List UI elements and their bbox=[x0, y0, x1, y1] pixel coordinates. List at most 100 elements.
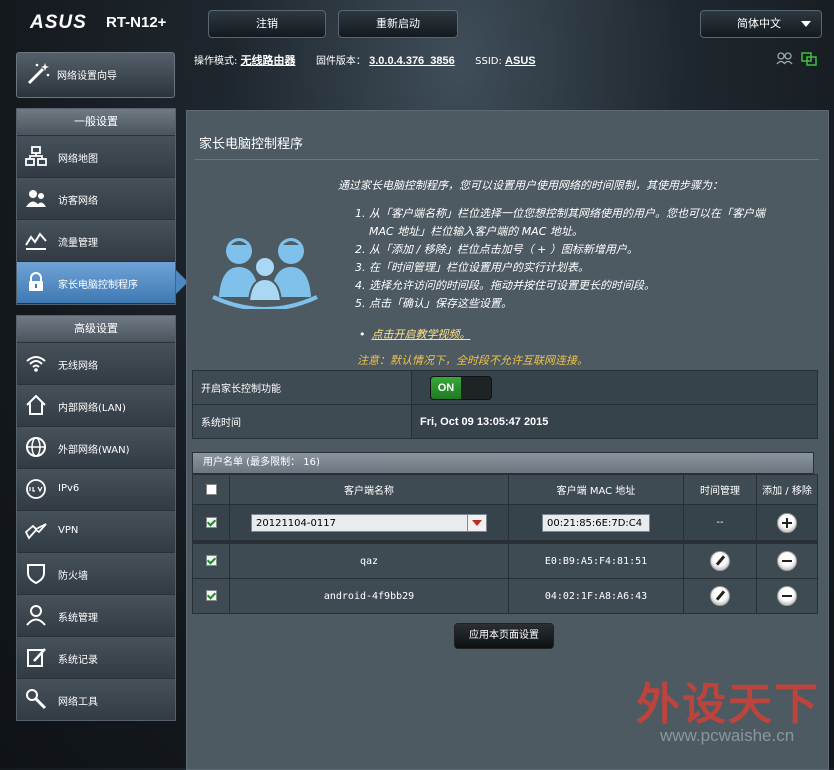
column-header: 时间管理 bbox=[683, 474, 757, 505]
sidebar-item-parental-control[interactable]: 家长电脑控制程序 bbox=[17, 262, 188, 304]
quick-setup-label: 网络设置向导 bbox=[57, 71, 117, 82]
intro-text: 通过家长电脑控制程序，您可以设置用户使用网络的时间限制，其使用步骤为： bbox=[338, 179, 723, 192]
ssid-value[interactable]: ASUS bbox=[505, 55, 536, 67]
client-name: qaz bbox=[229, 543, 509, 579]
ssid-label: SSID: bbox=[475, 56, 502, 67]
magic-wand-icon bbox=[25, 61, 51, 90]
router-model: RT-N12+ bbox=[106, 14, 167, 31]
system-time-label: 系统时间 bbox=[192, 404, 412, 439]
client-name-select[interactable]: 20121104-0117 bbox=[251, 513, 487, 532]
sidebar-item-label: 流量管理 bbox=[58, 238, 98, 249]
sidebar-item-traffic-manager[interactable]: 流量管理 bbox=[17, 220, 175, 262]
sidebar-item-label: 家长电脑控制程序 bbox=[58, 280, 138, 291]
client-name: android-4f9bb29 bbox=[229, 578, 509, 614]
instruction-step: 1. 从「客户端名称」栏位选择一位您想控制其网络使用的用户。您也可以在「客户端 bbox=[355, 207, 765, 220]
top-bar: ASUS RT-N12+ 注销 重新启动 简体中文 bbox=[0, 0, 834, 44]
sidebar-item-administration[interactable]: 系统管理 bbox=[17, 595, 175, 637]
dropdown-arrow-icon[interactable] bbox=[467, 514, 486, 531]
sidebar-item-wan[interactable]: 外部网络(WAN) bbox=[17, 427, 175, 469]
table-row: android-4f9bb29 04:02:1F:A8:A6:43 bbox=[192, 578, 818, 614]
sidebar-item-guest-network[interactable]: 访客网络 bbox=[17, 178, 175, 220]
shield-icon bbox=[25, 562, 47, 585]
family-icon bbox=[209, 229, 321, 312]
sidebar-item-label: 外部网络(WAN) bbox=[58, 445, 130, 456]
instruction-list: 1. 从「客户端名称」栏位选择一位您想控制其网络使用的用户。您也可以在「客户端 … bbox=[355, 205, 795, 313]
status-line: 操作模式: 无线路由器 固件版本： 3.0.0.4.376_3856 SSID:… bbox=[194, 52, 536, 68]
lock-icon bbox=[25, 271, 47, 293]
status-icons bbox=[776, 50, 820, 71]
general-settings-menu: 一般设置 网络地图 访客网络 流量管理 家长电脑控制程序 bbox=[16, 108, 188, 305]
tools-icon bbox=[25, 688, 47, 710]
remove-client-button[interactable] bbox=[777, 551, 797, 571]
client-name-value: 20121104-0117 bbox=[256, 517, 336, 529]
apply-button[interactable]: 应用本页面设置 bbox=[454, 623, 554, 649]
edit-schedule-button[interactable] bbox=[710, 551, 730, 571]
house-icon bbox=[25, 394, 47, 416]
default-note: 注意：默认情况下，全时段不允许互联网连接。 bbox=[357, 354, 588, 367]
watermark-url: www.pcwaishe.cn bbox=[660, 726, 795, 745]
new-client-row: 20121104-0117 00:21:85:6E:7D:C4 -- bbox=[192, 504, 818, 541]
vpn-icon bbox=[24, 520, 47, 542]
sidebar-item-label: IPv6 bbox=[58, 483, 80, 494]
log-icon bbox=[25, 646, 47, 668]
sidebar-item-firewall[interactable]: 防火墙 bbox=[17, 553, 175, 595]
add-client-button[interactable] bbox=[777, 512, 797, 533]
instruction-step: 4. 选择允许访问的时间段。拖动并按住可设置更长的时间段。 bbox=[355, 279, 655, 292]
mode-value[interactable]: 无线路由器 bbox=[241, 55, 296, 67]
sidebar-item-network-tools[interactable]: 网络工具 bbox=[17, 679, 175, 720]
mac-address-input[interactable]: 00:21:85:6E:7D:C4 bbox=[542, 513, 650, 532]
sidebar-item-ipv6[interactable]: IPv6 bbox=[17, 469, 175, 511]
client-list-header: 用户名单 (最多限制： 16) bbox=[192, 452, 814, 474]
general-settings-header: 一般设置 bbox=[17, 109, 175, 136]
tutorial-video-link[interactable]: 点击开启教学视频。 bbox=[359, 326, 471, 342]
row-checkbox[interactable] bbox=[205, 590, 217, 602]
clients-icon[interactable] bbox=[776, 52, 793, 65]
asus-logo: ASUS bbox=[30, 12, 87, 33]
reboot-button[interactable]: 重新启动 bbox=[338, 10, 458, 38]
mode-label: 操作模式: bbox=[194, 56, 238, 67]
sidebar-item-vpn[interactable]: VPN bbox=[17, 511, 175, 553]
row-checkbox[interactable] bbox=[205, 516, 217, 528]
select-all-checkbox[interactable] bbox=[205, 483, 217, 495]
parental-control-toggle[interactable]: ON bbox=[430, 375, 492, 400]
title-divider bbox=[195, 159, 819, 160]
firmware-value[interactable]: 3.0.0.4.376_3856 bbox=[369, 55, 455, 67]
column-header: 添加 / 移除 bbox=[756, 474, 818, 505]
firmware-label: 固件版本： bbox=[315, 56, 366, 67]
globe-icon bbox=[25, 436, 47, 458]
column-header: 客户端名称 bbox=[229, 474, 509, 505]
sidebar-item-label: 无线网络 bbox=[58, 361, 98, 372]
logout-button[interactable]: 注销 bbox=[208, 10, 326, 38]
enable-label: 开启家长控制功能 bbox=[192, 370, 412, 405]
watermark-logo: 外设天下 bbox=[636, 679, 820, 730]
language-value: 简体中文 bbox=[737, 17, 781, 30]
chevron-down-icon bbox=[801, 21, 811, 27]
sidebar-item-network-map[interactable]: 网络地图 bbox=[17, 136, 175, 178]
quick-setup-button[interactable]: 网络设置向导 bbox=[16, 52, 175, 98]
wireless-icon bbox=[25, 352, 47, 374]
column-header: 客户端 MAC 地址 bbox=[508, 474, 684, 505]
page-title: 家长电脑控制程序 bbox=[199, 137, 304, 152]
internet-status-icon[interactable] bbox=[801, 52, 817, 66]
language-select[interactable]: 简体中文 bbox=[700, 10, 822, 38]
time-placeholder: -- bbox=[683, 504, 757, 541]
guest-network-icon bbox=[25, 187, 47, 209]
client-mac: E0:B9:A5:F4:81:51 bbox=[508, 543, 684, 579]
sidebar-item-label: 访客网络 bbox=[58, 196, 98, 207]
advanced-settings-menu: 高级设置 无线网络 内部网络(LAN) 外部网络(WAN) IPv6 VPN 防… bbox=[16, 315, 176, 721]
advanced-settings-header: 高级设置 bbox=[17, 316, 175, 343]
sidebar-item-lan[interactable]: 内部网络(LAN) bbox=[17, 385, 175, 427]
sidebar-item-system-log[interactable]: 系统记录 bbox=[17, 637, 175, 679]
traffic-manager-icon bbox=[25, 229, 47, 251]
edit-schedule-button[interactable] bbox=[710, 586, 730, 606]
sidebar-item-wireless[interactable]: 无线网络 bbox=[17, 343, 175, 385]
sidebar-item-label: 防火墙 bbox=[58, 571, 88, 582]
remove-client-button[interactable] bbox=[777, 586, 797, 606]
network-map-icon bbox=[25, 145, 47, 167]
instruction-step: 2. 从「添加 / 移除」栏位点击加号（ + ）图标新增用户。 bbox=[355, 243, 638, 256]
instruction-step: MAC 地址」栏位输入客户端的 MAC 地址。 bbox=[369, 225, 583, 238]
row-checkbox[interactable] bbox=[205, 555, 217, 567]
sidebar-item-label: 系统管理 bbox=[58, 613, 98, 624]
toggle-state: ON bbox=[431, 376, 461, 399]
user-admin-icon bbox=[25, 604, 47, 626]
